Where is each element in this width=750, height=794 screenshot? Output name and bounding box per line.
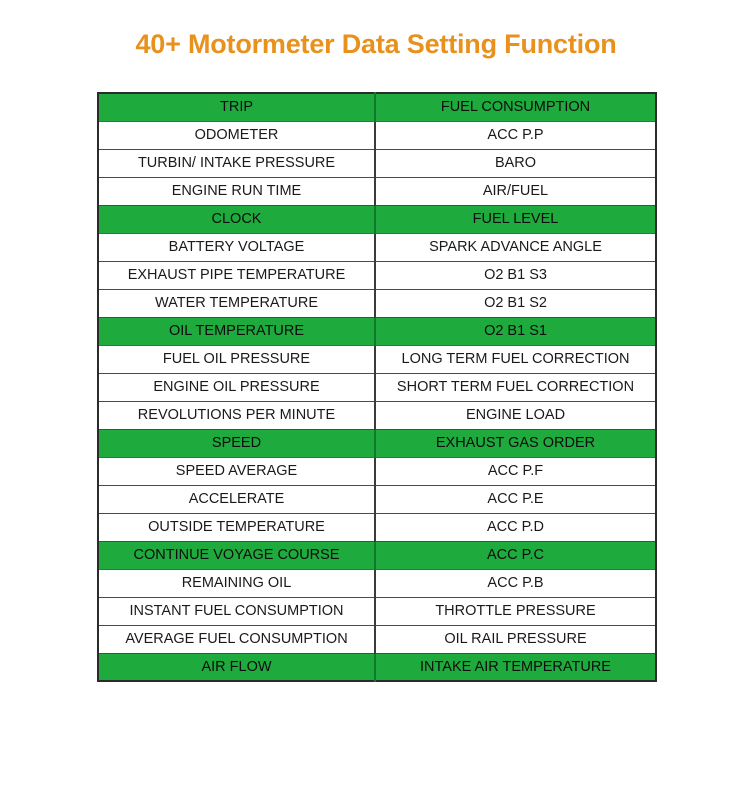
table-row: ENGINE RUN TIME AIR/FUEL bbox=[97, 176, 657, 206]
table-cell-left: ENGINE RUN TIME bbox=[97, 176, 376, 206]
table-row: TURBIN/ INTAKE PRESSURE BARO bbox=[97, 148, 657, 178]
table-row: ACCELERATE ACC P.E bbox=[97, 484, 657, 514]
table-cell-left: TURBIN/ INTAKE PRESSURE bbox=[97, 148, 376, 178]
table-section-header-row: AIR FLOW INTAKE AIR TEMPERATURE bbox=[97, 652, 657, 682]
table-cell-left: FUEL OIL PRESSURE bbox=[97, 344, 376, 374]
table-row: ODOMETER ACC P.P bbox=[97, 120, 657, 150]
table-row: EXHAUST PIPE TEMPERATURE O2 B1 S3 bbox=[97, 260, 657, 290]
table-section-header-row: OIL TEMPERATURE O2 B1 S1 bbox=[97, 316, 657, 346]
table-row: WATER TEMPERATURE O2 B1 S2 bbox=[97, 288, 657, 318]
table-cell-left: OUTSIDE TEMPERATURE bbox=[97, 512, 376, 542]
table-cell-right: ACC P.D bbox=[374, 512, 657, 542]
table-cell-right: ACC P.E bbox=[374, 484, 657, 514]
table-cell-right: INTAKE AIR TEMPERATURE bbox=[374, 652, 657, 682]
table-row: FUEL OIL PRESSURE LONG TERM FUEL CORRECTI… bbox=[97, 344, 657, 374]
table-section-header-row: SPEED EXHAUST GAS ORDER bbox=[97, 428, 657, 458]
table-cell-left: BATTERY VOLTAGE bbox=[97, 232, 376, 262]
table-cell-right: ENGINE LOAD bbox=[374, 400, 657, 430]
table-cell-right: ACC P.F bbox=[374, 456, 657, 486]
table-cell-left: CONTINUE VOYAGE COURSE bbox=[97, 540, 376, 570]
table-cell-right: LONG TERM FUEL CORRECTION bbox=[374, 344, 657, 374]
table-cell-left: SPEED bbox=[97, 428, 376, 458]
table-row: OUTSIDE TEMPERATURE ACC P.D bbox=[97, 512, 657, 542]
table-cell-left: REVOLUTIONS PER MINUTE bbox=[97, 400, 376, 430]
table-row: REMAINING OIL ACC P.B bbox=[97, 568, 657, 598]
table-row: SPEED AVERAGE ACC P.F bbox=[97, 456, 657, 486]
table-section-header-row: CLOCK FUEL LEVEL bbox=[97, 204, 657, 234]
table-cell-right: FUEL CONSUMPTION bbox=[374, 92, 657, 122]
page-title: 40+ Motormeter Data Setting Function bbox=[135, 29, 617, 59]
table-cell-right: THROTTLE PRESSURE bbox=[374, 596, 657, 626]
table-section-header-row: TRIP FUEL CONSUMPTION bbox=[97, 92, 657, 122]
table-cell-right: ACC P.P bbox=[374, 120, 657, 150]
table-cell-left: ODOMETER bbox=[97, 120, 376, 150]
table-row: AVERAGE FUEL CONSUMPTION OIL RAIL PRESSUR… bbox=[97, 624, 657, 654]
table-cell-right: AIR/FUEL bbox=[374, 176, 657, 206]
table-cell-left: EXHAUST PIPE TEMPERATURE bbox=[97, 260, 376, 290]
table-cell-right: ACC P.B bbox=[374, 568, 657, 598]
table-cell-left: REMAINING OIL bbox=[97, 568, 376, 598]
table-cell-left: ACCELERATE bbox=[97, 484, 376, 514]
table-cell-left: TRIP bbox=[97, 92, 376, 122]
table-row: REVOLUTIONS PER MINUTE ENGINE LOAD bbox=[97, 400, 657, 430]
table-cell-right: ACC P.C bbox=[374, 540, 657, 570]
table-cell-left: AVERAGE FUEL CONSUMPTION bbox=[97, 624, 376, 654]
table-cell-left: SPEED AVERAGE bbox=[97, 456, 376, 486]
table-cell-right: O2 B1 S2 bbox=[374, 288, 657, 318]
table-cell-right: O2 B1 S3 bbox=[374, 260, 657, 290]
table-section-header-row: CONTINUE VOYAGE COURSE ACC P.C bbox=[97, 540, 657, 570]
table-cell-right: O2 B1 S1 bbox=[374, 316, 657, 346]
table-cell-right: BARO bbox=[374, 148, 657, 178]
table-cell-left: AIR FLOW bbox=[97, 652, 376, 682]
table-cell-right: SPARK ADVANCE ANGLE bbox=[374, 232, 657, 262]
table-cell-left: CLOCK bbox=[97, 204, 376, 234]
table-cell-left: ENGINE OIL PRESSURE bbox=[97, 372, 376, 402]
table-row: ENGINE OIL PRESSURE SHORT TERM FUEL CORRE… bbox=[97, 372, 657, 402]
table-cell-left: WATER TEMPERATURE bbox=[97, 288, 376, 318]
table-cell-right: FUEL LEVEL bbox=[374, 204, 657, 234]
feature-spec-table-body: TRIP FUEL CONSUMPTION ODOMETER ACC P.P TURBI… bbox=[97, 92, 657, 682]
feature-spec-table: TRIP FUEL CONSUMPTION ODOMETER ACC P.P TURBI… bbox=[97, 92, 657, 682]
table-cell-left: OIL TEMPERATURE bbox=[97, 316, 376, 346]
table-cell-right: SHORT TERM FUEL CORRECTION bbox=[374, 372, 657, 402]
table-row: BATTERY VOLTAGE SPARK ADVANCE ANGLE bbox=[97, 232, 657, 262]
table-row: INSTANT FUEL CONSUMPTION THROTTLE PRESSUR… bbox=[97, 596, 657, 626]
table-cell-left: INSTANT FUEL CONSUMPTION bbox=[97, 596, 376, 626]
product-feature-page: 40+ Motormeter Data Setting Function TRI… bbox=[0, 0, 750, 794]
table-cell-right: EXHAUST GAS ORDER bbox=[374, 428, 657, 458]
table-cell-right: OIL RAIL PRESSURE bbox=[374, 624, 657, 654]
